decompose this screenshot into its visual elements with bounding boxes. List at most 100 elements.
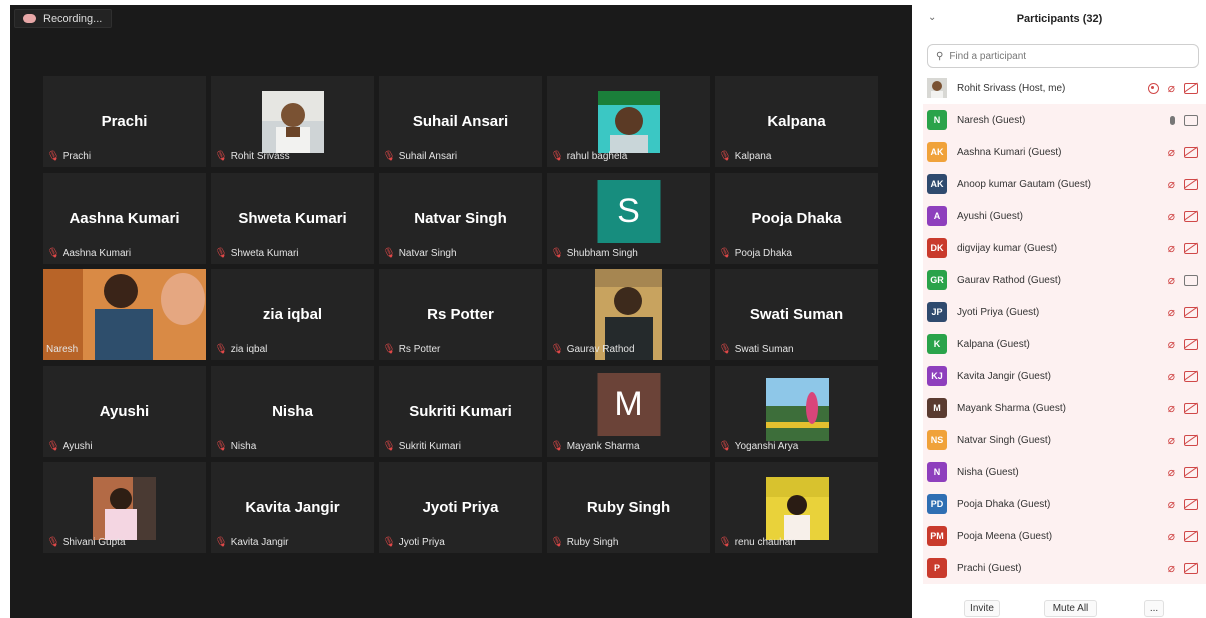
- tile-caption-name: Jyoti Priya: [398, 537, 445, 548]
- participant-row[interactable]: M Mayank Sharma (Guest) ⌀: [923, 392, 1206, 424]
- more-options-button[interactable]: ...: [1144, 600, 1164, 617]
- video-off-icon[interactable]: [1184, 146, 1198, 158]
- participant-row[interactable]: PD Pooja Dhaka (Guest) ⌀: [923, 488, 1206, 520]
- search-box[interactable]: ⚲: [927, 44, 1199, 68]
- participant-avatar: M: [927, 398, 947, 418]
- screen-share-icon[interactable]: [1147, 82, 1159, 94]
- invite-button[interactable]: Invite: [964, 600, 1000, 617]
- participant-row[interactable]: P Prachi (Guest) ⌀: [923, 552, 1206, 584]
- video-tile[interactable]: zia iqbal 🎙︎ zia iqbal: [211, 269, 374, 360]
- participant-row[interactable]: N Naresh (Guest): [923, 104, 1206, 136]
- mute-all-button[interactable]: Mute All: [1044, 600, 1097, 617]
- video-tile[interactable]: Ruby Singh 🎙︎ Ruby Singh: [547, 462, 710, 553]
- mic-muted-icon[interactable]: ⌀: [1168, 369, 1175, 383]
- active-speaker-tile[interactable]: Naresh: [43, 269, 206, 360]
- video-off-icon[interactable]: [1184, 242, 1198, 254]
- video-tile[interactable]: Suhail Ansari 🎙︎ Suhail Ansari: [379, 76, 542, 167]
- search-input[interactable]: [947, 49, 1192, 63]
- video-tile[interactable]: 🎙︎ Rohit Srivass: [211, 76, 374, 167]
- video-off-icon[interactable]: [1184, 338, 1198, 350]
- participant-video: [93, 477, 156, 540]
- video-tile[interactable]: Kavita Jangir 🎙︎ Kavita Jangir: [211, 462, 374, 553]
- participant-row[interactable]: KJ Kavita Jangir (Guest) ⌀: [923, 360, 1206, 392]
- participant-row[interactable]: Rohit Srivass (Host, me) ⌀: [923, 72, 1206, 104]
- participant-controls: ⌀: [1168, 305, 1198, 319]
- video-off-icon[interactable]: [1184, 82, 1198, 94]
- mic-muted-icon[interactable]: ⌀: [1168, 305, 1175, 319]
- video-tile[interactable]: Jyoti Priya 🎙︎ Jyoti Priya: [379, 462, 542, 553]
- mic-muted-icon[interactable]: ⌀: [1168, 465, 1175, 479]
- video-tile[interactable]: Nisha 🎙︎ Nisha: [211, 365, 374, 457]
- mic-muted-icon[interactable]: ⌀: [1168, 401, 1175, 415]
- video-icon[interactable]: [1184, 114, 1198, 126]
- mic-muted-icon[interactable]: ⌀: [1168, 209, 1175, 223]
- video-tile[interactable]: Natvar Singh 🎙︎ Natvar Singh: [379, 172, 542, 264]
- mic-muted-icon: 🎙︎: [549, 246, 565, 260]
- video-off-icon[interactable]: [1184, 210, 1198, 222]
- mic-muted-icon[interactable]: ⌀: [1168, 561, 1175, 575]
- participant-row[interactable]: K Kalpana (Guest) ⌀: [923, 328, 1206, 360]
- video-tile[interactable]: Swati Suman 🎙︎ Swati Suman: [715, 269, 878, 360]
- video-tile[interactable]: S 🎙︎ Shubham Singh: [547, 172, 710, 264]
- video-icon[interactable]: [1184, 274, 1198, 286]
- video-off-icon[interactable]: [1184, 466, 1198, 478]
- video-tile[interactable]: 🎙︎ renu chauhan: [715, 462, 878, 553]
- recording-indicator[interactable]: Recording...: [14, 9, 112, 28]
- participant-controls: ⌀: [1168, 401, 1198, 415]
- participant-row[interactable]: A Ayushi (Guest) ⌀: [923, 200, 1206, 232]
- video-tile[interactable]: Kalpana 🎙︎ Kalpana: [715, 76, 878, 167]
- tile-caption: 🎙︎ Kalpana: [718, 150, 771, 163]
- video-tile[interactable]: 🎙︎ Gaurav Rathod: [547, 269, 710, 360]
- mic-muted-icon[interactable]: ⌀: [1168, 241, 1175, 255]
- video-tile[interactable]: Rs Potter 🎙︎ Rs Potter: [379, 269, 542, 360]
- tile-caption: 🎙︎ Sukriti Kumari: [382, 439, 461, 452]
- mic-muted-icon[interactable]: ⌀: [1168, 497, 1175, 511]
- participants-list: Rohit Srivass (Host, me) ⌀ N Naresh (Guest)…: [923, 72, 1206, 584]
- tile-caption: 🎙︎ Shivani Gupta: [46, 536, 126, 549]
- participant-row[interactable]: DK digvijay kumar (Guest) ⌀: [923, 232, 1206, 264]
- participant-row[interactable]: GR Gaurav Rathod (Guest) ⌀: [923, 264, 1206, 296]
- video-tile[interactable]: Sukriti Kumari 🎙︎ Sukriti Kumari: [379, 365, 542, 457]
- mic-muted-icon[interactable]: ⌀: [1168, 81, 1175, 95]
- participant-row[interactable]: N Nisha (Guest) ⌀: [923, 456, 1206, 488]
- video-off-icon[interactable]: [1184, 306, 1198, 318]
- video-tile[interactable]: 🎙︎ Yoganshi Arya: [715, 365, 878, 457]
- mic-muted-icon[interactable]: ⌀: [1168, 433, 1175, 447]
- mic-muted-icon[interactable]: ⌀: [1168, 529, 1175, 543]
- participant-avatar: GR: [927, 270, 947, 290]
- participant-row[interactable]: PM Pooja Meena (Guest) ⌀: [923, 520, 1206, 552]
- mic-muted-icon[interactable]: ⌀: [1168, 145, 1175, 159]
- participant-row[interactable]: JP Jyoti Priya (Guest) ⌀: [923, 296, 1206, 328]
- video-off-icon[interactable]: [1184, 530, 1198, 542]
- video-tile[interactable]: Shweta Kumari 🎙︎ Shweta Kumari: [211, 172, 374, 264]
- tile-caption-name: Ruby Singh: [566, 537, 619, 548]
- video-off-icon[interactable]: [1184, 498, 1198, 510]
- participant-video: [766, 377, 829, 441]
- video-tile[interactable]: 🎙︎ rahul baghela: [547, 76, 710, 167]
- video-tile[interactable]: 🎙︎ Shivani Gupta: [43, 462, 206, 553]
- video-off-icon[interactable]: [1184, 178, 1198, 190]
- video-off-icon[interactable]: [1184, 370, 1198, 382]
- video-tile[interactable]: Aashna Kumari 🎙︎ Aashna Kumari: [43, 172, 206, 264]
- participant-display-name: Kavita Jangir: [245, 499, 340, 516]
- participant-display-name: Rs Potter: [427, 306, 494, 323]
- mic-icon[interactable]: [1170, 115, 1175, 125]
- mic-muted-icon[interactable]: ⌀: [1168, 177, 1175, 191]
- tile-caption: 🎙︎ Swati Suman: [718, 343, 794, 356]
- video-tile[interactable]: Ayushi 🎙︎ Ayushi: [43, 365, 206, 457]
- participant-row[interactable]: NS Natvar Singh (Guest) ⌀: [923, 424, 1206, 456]
- video-off-icon[interactable]: [1184, 434, 1198, 446]
- video-tile[interactable]: Pooja Dhaka 🎙︎ Pooja Dhaka: [715, 172, 878, 264]
- participant-row[interactable]: AK Aashna Kumari (Guest) ⌀: [923, 136, 1206, 168]
- video-tile[interactable]: M 🎙︎ Mayank Sharma: [547, 365, 710, 457]
- tile-caption: 🎙︎ Ruby Singh: [550, 536, 619, 549]
- tile-caption-name: Naresh: [46, 344, 79, 355]
- mic-muted-icon[interactable]: ⌀: [1168, 273, 1175, 287]
- video-off-icon[interactable]: [1184, 402, 1198, 414]
- panel-title: Participants (32): [1016, 13, 1103, 25]
- video-off-icon[interactable]: [1184, 562, 1198, 574]
- video-tile[interactable]: Prachi 🎙︎ Prachi: [43, 76, 206, 167]
- participant-row[interactable]: AK Anoop kumar Gautam (Guest) ⌀: [923, 168, 1206, 200]
- mic-muted-icon[interactable]: ⌀: [1168, 337, 1175, 351]
- participant-avatar: N: [927, 462, 947, 482]
